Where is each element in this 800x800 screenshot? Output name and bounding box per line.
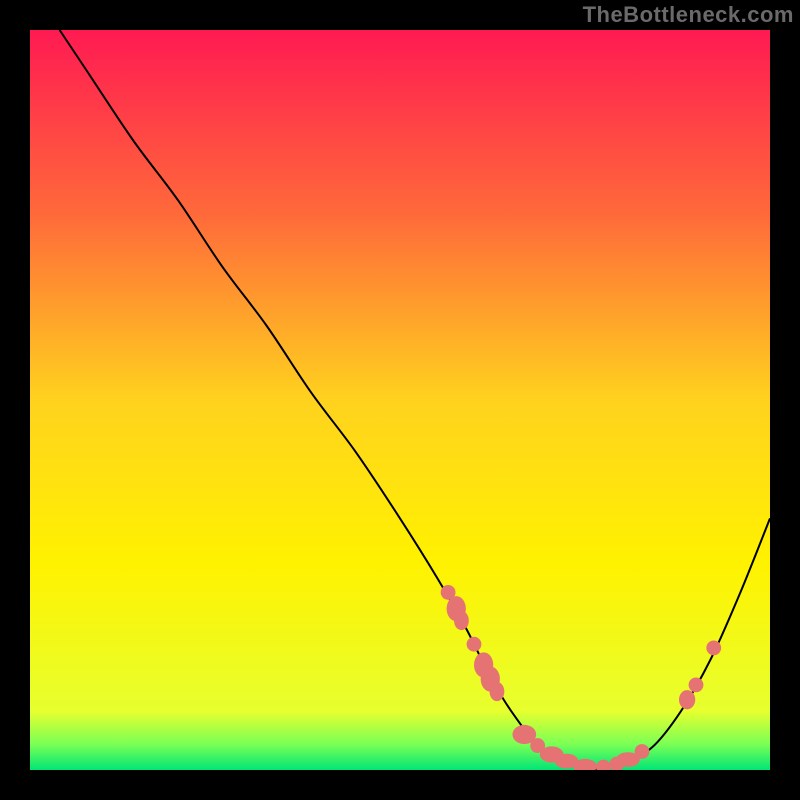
marker-dot (635, 744, 650, 759)
marker-dot (490, 682, 505, 701)
marker-dot (689, 678, 704, 693)
marker-dot (573, 759, 597, 774)
marker-dot (467, 637, 482, 652)
chart-container: TheBottleneck.com (0, 0, 800, 800)
plot-background (30, 30, 770, 770)
marker-dot (596, 760, 611, 775)
bottleneck-chart (0, 0, 800, 800)
marker-dot (454, 611, 469, 630)
watermark-label: TheBottleneck.com (583, 2, 794, 28)
marker-dot (706, 641, 721, 656)
marker-dot (679, 690, 695, 709)
